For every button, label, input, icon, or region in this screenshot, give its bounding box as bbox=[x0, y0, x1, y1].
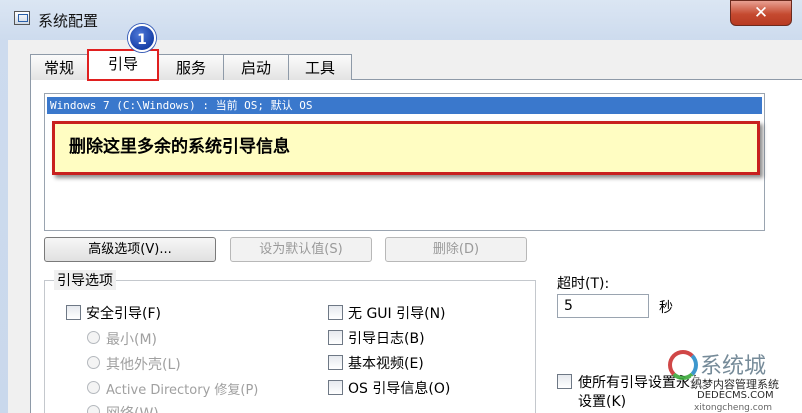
os-boot-information-checkbox[interactable] bbox=[328, 380, 343, 395]
tab-tools[interactable]: 工具 bbox=[288, 54, 352, 80]
tab-boot[interactable]: 引导 bbox=[87, 49, 159, 81]
delete-button[interactable]: 删除(D) bbox=[385, 237, 527, 262]
tab-startup[interactable]: 启动 bbox=[223, 54, 289, 80]
timeout-input[interactable]: 5 bbox=[557, 294, 649, 318]
boot-log-label: 引导日志(B) bbox=[348, 331, 425, 347]
base-video-checkbox[interactable] bbox=[328, 355, 343, 370]
base-video-label: 基本视频(E) bbox=[348, 356, 424, 372]
boot-log-checkbox[interactable] bbox=[328, 330, 343, 345]
annotation-callout: 删除这里多余的系统引导信息 bbox=[52, 121, 760, 175]
minimal-label: 最小(M) bbox=[106, 332, 158, 348]
title-bar: 系统配置 ✕ bbox=[0, 0, 802, 38]
advanced-options-button[interactable]: 高级选项(V)... bbox=[44, 237, 216, 262]
msconfig-app-icon bbox=[14, 11, 30, 25]
tab-services[interactable]: 服务 bbox=[158, 54, 224, 80]
system-configuration-window: 系统配置 ✕ 常规 引导 服务 启动 工具 1 Windows 7 (C:\Wi… bbox=[0, 0, 802, 413]
safe-boot-label: 安全引导(F) bbox=[86, 306, 161, 322]
watermark-line-2: DEDECMS.COM bbox=[697, 390, 774, 401]
make-permanent-label-2: 设置(K) bbox=[578, 394, 627, 410]
make-permanent-checkbox[interactable] bbox=[557, 374, 572, 389]
network-radio[interactable] bbox=[87, 405, 100, 413]
alternate-shell-radio[interactable] bbox=[87, 356, 100, 369]
no-gui-boot-label: 无 GUI 引导(N) bbox=[348, 306, 446, 322]
alternate-shell-label: 其他外壳(L) bbox=[106, 357, 181, 373]
close-button[interactable]: ✕ bbox=[730, 0, 792, 26]
safe-boot-checkbox[interactable] bbox=[66, 305, 81, 320]
no-gui-boot-checkbox[interactable] bbox=[328, 305, 343, 320]
boot-entry-row[interactable]: Windows 7 (C:\Windows) : 当前 OS; 默认 OS bbox=[47, 97, 762, 114]
set-as-default-button[interactable]: 设为默认值(S) bbox=[230, 237, 372, 262]
tab-general[interactable]: 常规 bbox=[30, 54, 88, 80]
window-title: 系统配置 bbox=[38, 12, 99, 30]
active-directory-repair-label: Active Directory 修复(P) bbox=[106, 383, 259, 398]
active-directory-repair-radio[interactable] bbox=[87, 381, 100, 394]
minimal-radio[interactable] bbox=[87, 331, 100, 344]
network-label: 网络(W) bbox=[106, 403, 159, 413]
watermark-line-3: xitongcheng.com bbox=[694, 403, 772, 413]
step-marker-badge: 1 bbox=[128, 24, 156, 52]
timeout-unit-label: 秒 bbox=[659, 300, 673, 316]
boot-options-title: 引导选项 bbox=[54, 270, 116, 290]
os-boot-information-label: OS 引导信息(O) bbox=[348, 381, 451, 397]
timeout-label: 超时(T): bbox=[557, 276, 610, 292]
